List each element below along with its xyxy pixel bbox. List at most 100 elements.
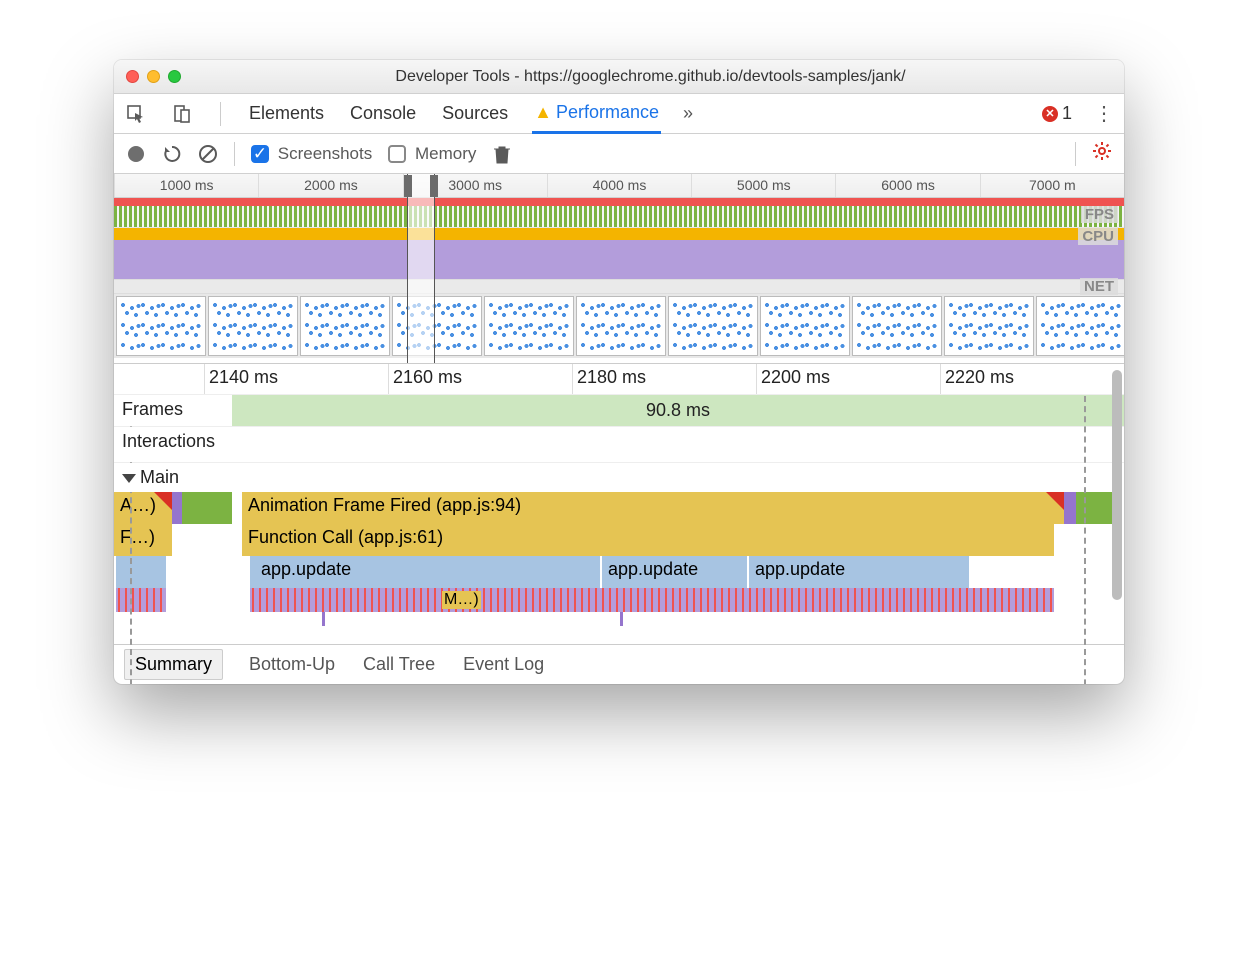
interactions-track[interactable]: Interactions xyxy=(114,426,1124,462)
overview-tick: 6000 ms xyxy=(835,174,979,197)
flame-event[interactable] xyxy=(620,612,623,626)
flame-event[interactable] xyxy=(250,588,1054,612)
cpu-label: CPU xyxy=(1078,228,1118,245)
flame-event-label: A…) xyxy=(120,495,156,515)
window-controls xyxy=(126,70,181,83)
reload-button[interactable] xyxy=(162,144,182,164)
long-task-indicator-icon xyxy=(154,492,172,510)
checkbox-checked-icon: ✓ xyxy=(251,145,269,163)
overview-screenshots-row xyxy=(114,294,1124,358)
detail-tick: 2220 ms xyxy=(940,364,1124,394)
tab-elements[interactable]: Elements xyxy=(247,95,326,132)
clear-button[interactable] xyxy=(198,144,218,164)
interactions-track-label: Interactions xyxy=(114,427,232,462)
flame-event-app-update[interactable]: app.update xyxy=(250,556,600,588)
selection-handle-left[interactable] xyxy=(404,175,412,197)
flame-event-label: app.update xyxy=(261,559,351,579)
window-title: Developer Tools - https://googlechrome.g… xyxy=(189,68,1112,86)
warning-icon: ▲ xyxy=(534,102,552,122)
flame-event[interactable] xyxy=(1064,492,1076,524)
main-track-header[interactable]: Main xyxy=(114,462,1124,492)
detail-tick: 2200 ms xyxy=(756,364,940,394)
overview-tick: 4000 ms xyxy=(547,174,691,197)
screenshot-thumb[interactable] xyxy=(668,296,758,356)
screenshot-thumb[interactable] xyxy=(1036,296,1124,356)
screenshot-thumb[interactable] xyxy=(300,296,390,356)
tab-performance[interactable]: ▲Performance xyxy=(532,94,661,134)
overview-fps-row: FPS xyxy=(114,206,1124,228)
devtools-window: Developer Tools - https://googlechrome.g… xyxy=(114,60,1124,684)
panel-tabs: Elements Console Sources ▲Performance » … xyxy=(114,94,1124,134)
screenshot-thumb[interactable] xyxy=(944,296,1034,356)
selection-handle-right[interactable] xyxy=(430,175,438,197)
flame-event[interactable]: A…) xyxy=(114,492,172,524)
flame-event[interactable] xyxy=(182,492,232,524)
frames-track[interactable]: Frames 90.8 ms xyxy=(114,394,1124,426)
flame-event-label: Animation Frame Fired (app.js:94) xyxy=(248,495,521,515)
record-button[interactable] xyxy=(126,144,146,164)
error-icon: ✕ xyxy=(1042,106,1058,122)
tab-call-tree[interactable]: Call Tree xyxy=(361,648,437,681)
flame-event-app-update[interactable]: app.update xyxy=(602,556,747,588)
detail-tick: 2140 ms xyxy=(204,364,388,394)
scrollbar-thumb[interactable] xyxy=(1112,370,1122,600)
tab-sources[interactable]: Sources xyxy=(440,95,510,132)
disclosure-triangle-icon[interactable] xyxy=(122,474,136,483)
flame-event-label: F…) xyxy=(120,527,155,547)
tab-summary[interactable]: Summary xyxy=(124,649,223,680)
net-label: NET xyxy=(1080,278,1118,295)
flame-event[interactable] xyxy=(322,612,325,626)
flame-chart[interactable]: A…) Animation Frame Fired (app.js:94) F…… xyxy=(114,492,1124,644)
flame-event-app-update[interactable]: app.update xyxy=(749,556,969,588)
tabs-overflow[interactable]: » xyxy=(683,103,693,124)
settings-gear-icon[interactable] xyxy=(1092,141,1112,167)
overview-selection[interactable] xyxy=(407,174,435,363)
overview-timeline[interactable]: 1000 ms 2000 ms 3000 ms 4000 ms 5000 ms … xyxy=(114,174,1124,364)
detail-pane: 2140 ms 2160 ms 2180 ms 2200 ms 2220 ms … xyxy=(114,364,1124,644)
flame-event-animation-frame[interactable]: Animation Frame Fired (app.js:94) xyxy=(242,492,1064,524)
error-count[interactable]: ✕ 1 xyxy=(1042,103,1072,124)
titlebar: Developer Tools - https://googlechrome.g… xyxy=(114,60,1124,94)
main-track-label: Main xyxy=(114,463,232,492)
screenshot-thumb[interactable] xyxy=(760,296,850,356)
overview-tick: 7000 m xyxy=(980,174,1124,197)
screenshot-thumb[interactable] xyxy=(116,296,206,356)
flame-row-0: A…) Animation Frame Fired (app.js:94) xyxy=(114,492,1124,524)
main-label-text: Main xyxy=(140,467,179,487)
flame-event[interactable] xyxy=(116,588,166,612)
checkbox-unchecked-icon xyxy=(388,145,406,163)
flame-row-2: app.update app.update app.update xyxy=(114,556,1124,588)
overview-tick: 5000 ms xyxy=(691,174,835,197)
overview-cpu-row: CPU xyxy=(114,228,1124,280)
flame-event[interactable]: F…) xyxy=(114,524,172,556)
kebab-menu-icon[interactable]: ⋮ xyxy=(1094,101,1114,126)
tab-event-log[interactable]: Event Log xyxy=(461,648,546,681)
memory-checkbox[interactable]: Memory xyxy=(388,144,476,164)
tab-performance-label: Performance xyxy=(556,102,659,122)
frame-duration-bar[interactable]: 90.8 ms xyxy=(232,395,1124,426)
screenshot-thumb[interactable] xyxy=(484,296,574,356)
minimize-icon[interactable] xyxy=(147,70,160,83)
flame-event-function-call[interactable]: Function Call (app.js:61) xyxy=(242,524,1054,556)
maximize-icon[interactable] xyxy=(168,70,181,83)
flame-event-label: app.update xyxy=(755,559,845,579)
detail-scrollbar[interactable] xyxy=(1110,364,1122,654)
flame-event[interactable] xyxy=(116,556,166,588)
detail-tick: 2160 ms xyxy=(388,364,572,394)
overview-tick: 2000 ms xyxy=(258,174,402,197)
screenshots-checkbox[interactable]: ✓ Screenshots xyxy=(251,144,372,164)
screenshot-thumb[interactable] xyxy=(392,296,482,356)
tab-console[interactable]: Console xyxy=(348,95,418,132)
tab-bottom-up[interactable]: Bottom-Up xyxy=(247,648,337,681)
garbage-collect-button[interactable] xyxy=(492,144,512,164)
inspect-icon[interactable] xyxy=(124,102,148,126)
device-toggle-icon[interactable] xyxy=(170,102,194,126)
flame-event-label: Function Call (app.js:61) xyxy=(248,527,443,547)
close-icon[interactable] xyxy=(126,70,139,83)
perf-toolbar: ✓ Screenshots Memory xyxy=(114,134,1124,174)
screenshot-thumb[interactable] xyxy=(208,296,298,356)
detail-ruler: 2140 ms 2160 ms 2180 ms 2200 ms 2220 ms xyxy=(114,364,1124,394)
screenshot-thumb[interactable] xyxy=(852,296,942,356)
screenshot-thumb[interactable] xyxy=(576,296,666,356)
frame-boundary xyxy=(1084,396,1086,684)
